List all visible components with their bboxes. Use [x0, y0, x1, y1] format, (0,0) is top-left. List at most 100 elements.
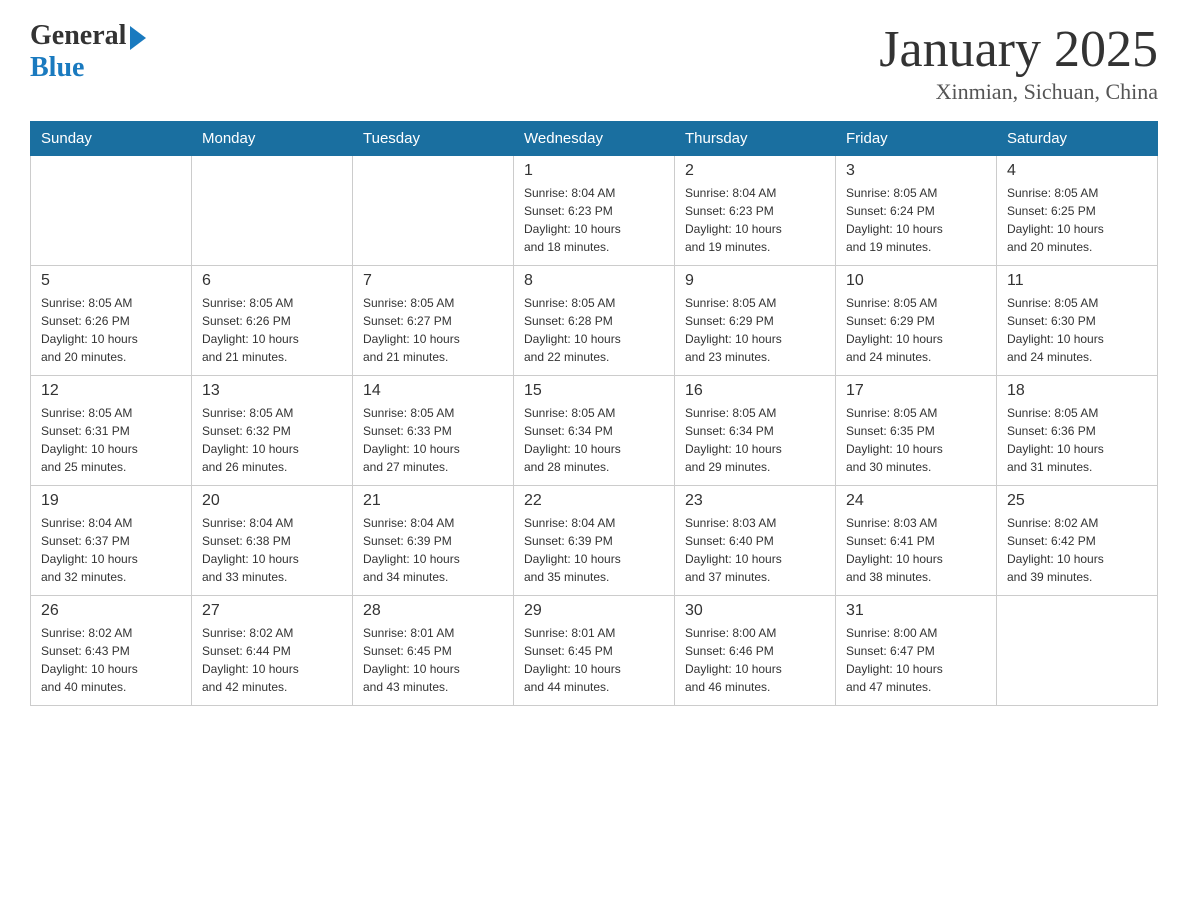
calendar-cell-w5d6: 31 Sunrise: 8:00 AM Sunset: 6:47 PM Dayli…	[836, 596, 997, 706]
day-number: 9	[685, 272, 825, 290]
calendar-cell-w4d4: 22Sunrise: 8:04 AM Sunset: 6:39 PM Dayli…	[514, 486, 675, 596]
calendar-cell-w5d4: 29 Sunrise: 8:01 AM Sunset: 6:45 PM Dayli…	[514, 596, 675, 706]
day-info: Sunrise: 8:05 AM Sunset: 6:26 PM Dayligh…	[202, 294, 342, 366]
day-info: Sunrise: 8:03 AM Sunset: 6:41 PM Dayligh…	[846, 514, 986, 586]
logo-blue-text: Blue	[30, 52, 84, 84]
day-info: Sunrise: 8:05 AM Sunset: 6:33 PM Dayligh…	[363, 404, 503, 476]
day-number: 17	[846, 382, 986, 400]
day-number: 29	[524, 602, 664, 620]
calendar-cell-w4d7: 25 Sunrise: 8:02 AM Sunset: 6:42 PM Dayli…	[997, 486, 1158, 596]
calendar-cell-w2d7: 11 Sunrise: 8:05 AM Sunset: 6:30 PM Dayli…	[997, 266, 1158, 376]
calendar-subtitle: Xinmian, Sichuan, China	[879, 79, 1158, 105]
day-info: Sunrise: 8:05 AM Sunset: 6:29 PM Dayligh…	[846, 294, 986, 366]
day-info: Sunrise: 8:00 AM Sunset: 6:46 PM Dayligh…	[685, 624, 825, 696]
day-number: 1	[524, 162, 664, 180]
day-number: 18	[1007, 382, 1147, 400]
calendar-table: SundayMondayTuesdayWednesdayThursdayFrid…	[30, 121, 1158, 706]
calendar-cell-w3d5: 16 Sunrise: 8:05 AM Sunset: 6:34 PM Dayli…	[675, 376, 836, 486]
day-info: Sunrise: 8:01 AM Sunset: 6:45 PM Dayligh…	[524, 624, 664, 696]
calendar-cell-w4d1: 19 Sunrise: 8:04 AM Sunset: 6:37 PM Dayli…	[31, 486, 192, 596]
calendar-cell-w3d6: 17 Sunrise: 8:05 AM Sunset: 6:35 PM Dayli…	[836, 376, 997, 486]
day-number: 30	[685, 602, 825, 620]
day-number: 2	[685, 162, 825, 180]
day-number: 13	[202, 382, 342, 400]
day-info: Sunrise: 8:05 AM Sunset: 6:31 PM Dayligh…	[41, 404, 181, 476]
calendar-cell-w5d7	[997, 596, 1158, 706]
calendar-week-5: 26Sunrise: 8:02 AM Sunset: 6:43 PM Dayli…	[31, 596, 1158, 706]
calendar-cell-w2d4: 8 Sunrise: 8:05 AM Sunset: 6:28 PM Daylig…	[514, 266, 675, 376]
day-info: Sunrise: 8:02 AM Sunset: 6:44 PM Dayligh…	[202, 624, 342, 696]
calendar-week-2: 5 Sunrise: 8:05 AM Sunset: 6:26 PM Daylig…	[31, 266, 1158, 376]
day-number: 22	[524, 492, 664, 510]
calendar-cell-w5d5: 30 Sunrise: 8:00 AM Sunset: 6:46 PM Dayli…	[675, 596, 836, 706]
calendar-cell-w2d6: 10 Sunrise: 8:05 AM Sunset: 6:29 PM Dayli…	[836, 266, 997, 376]
day-info: Sunrise: 8:00 AM Sunset: 6:47 PM Dayligh…	[846, 624, 986, 696]
day-info: Sunrise: 8:05 AM Sunset: 6:29 PM Dayligh…	[685, 294, 825, 366]
day-number: 15	[524, 382, 664, 400]
day-info: Sunrise: 8:05 AM Sunset: 6:34 PM Dayligh…	[685, 404, 825, 476]
day-info: Sunrise: 8:05 AM Sunset: 6:28 PM Dayligh…	[524, 294, 664, 366]
day-info: Sunrise: 8:05 AM Sunset: 6:34 PM Dayligh…	[524, 404, 664, 476]
header-wednesday: Wednesday	[514, 122, 675, 156]
day-number: 24	[846, 492, 986, 510]
calendar-week-4: 19 Sunrise: 8:04 AM Sunset: 6:37 PM Dayli…	[31, 486, 1158, 596]
day-info: Sunrise: 8:01 AM Sunset: 6:45 PM Dayligh…	[363, 624, 503, 696]
day-number: 16	[685, 382, 825, 400]
day-number: 3	[846, 162, 986, 180]
logo: General Blue	[30, 20, 146, 84]
calendar-title: January 2025	[879, 20, 1158, 79]
day-info: Sunrise: 8:03 AM Sunset: 6:40 PM Dayligh…	[685, 514, 825, 586]
day-number: 7	[363, 272, 503, 290]
day-number: 25	[1007, 492, 1147, 510]
day-info: Sunrise: 8:05 AM Sunset: 6:30 PM Dayligh…	[1007, 294, 1147, 366]
calendar-cell-w4d3: 21Sunrise: 8:04 AM Sunset: 6:39 PM Dayli…	[353, 486, 514, 596]
day-number: 5	[41, 272, 181, 290]
day-info: Sunrise: 8:04 AM Sunset: 6:37 PM Dayligh…	[41, 514, 181, 586]
calendar-week-3: 12 Sunrise: 8:05 AM Sunset: 6:31 PM Dayli…	[31, 376, 1158, 486]
day-info: Sunrise: 8:04 AM Sunset: 6:23 PM Dayligh…	[685, 184, 825, 256]
day-info: Sunrise: 8:05 AM Sunset: 6:36 PM Dayligh…	[1007, 404, 1147, 476]
day-number: 31	[846, 602, 986, 620]
title-block: January 2025 Xinmian, Sichuan, China	[879, 20, 1158, 105]
logo-arrow-icon	[130, 26, 146, 50]
day-number: 12	[41, 382, 181, 400]
header-sunday: Sunday	[31, 122, 192, 156]
day-number: 14	[363, 382, 503, 400]
calendar-cell-w1d3	[353, 156, 514, 266]
day-number: 4	[1007, 162, 1147, 180]
day-number: 11	[1007, 272, 1147, 290]
calendar-cell-w1d1	[31, 156, 192, 266]
day-info: Sunrise: 8:05 AM Sunset: 6:26 PM Dayligh…	[41, 294, 181, 366]
day-number: 20	[202, 492, 342, 510]
logo-general-text: General	[30, 20, 126, 52]
calendar-cell-w3d4: 15 Sunrise: 8:05 AM Sunset: 6:34 PM Dayli…	[514, 376, 675, 486]
calendar-cell-w3d7: 18 Sunrise: 8:05 AM Sunset: 6:36 PM Dayli…	[997, 376, 1158, 486]
page-header: General Blue January 2025 Xinmian, Sichu…	[30, 20, 1158, 105]
day-info: Sunrise: 8:05 AM Sunset: 6:35 PM Dayligh…	[846, 404, 986, 476]
calendar-cell-w3d2: 13 Sunrise: 8:05 AM Sunset: 6:32 PM Dayli…	[192, 376, 353, 486]
calendar-cell-w5d2: 27 Sunrise: 8:02 AM Sunset: 6:44 PM Dayli…	[192, 596, 353, 706]
day-info: Sunrise: 8:04 AM Sunset: 6:39 PM Dayligh…	[363, 514, 503, 586]
day-number: 26	[41, 602, 181, 620]
day-info: Sunrise: 8:05 AM Sunset: 6:32 PM Dayligh…	[202, 404, 342, 476]
calendar-cell-w5d3: 28 Sunrise: 8:01 AM Sunset: 6:45 PM Dayli…	[353, 596, 514, 706]
header-thursday: Thursday	[675, 122, 836, 156]
calendar-cell-w1d5: 2 Sunrise: 8:04 AM Sunset: 6:23 PM Daylig…	[675, 156, 836, 266]
header-saturday: Saturday	[997, 122, 1158, 156]
day-number: 27	[202, 602, 342, 620]
day-info: Sunrise: 8:05 AM Sunset: 6:27 PM Dayligh…	[363, 294, 503, 366]
day-number: 6	[202, 272, 342, 290]
day-number: 10	[846, 272, 986, 290]
day-info: Sunrise: 8:04 AM Sunset: 6:38 PM Dayligh…	[202, 514, 342, 586]
day-info: Sunrise: 8:05 AM Sunset: 6:25 PM Dayligh…	[1007, 184, 1147, 256]
header-tuesday: Tuesday	[353, 122, 514, 156]
calendar-cell-w3d3: 14 Sunrise: 8:05 AM Sunset: 6:33 PM Dayli…	[353, 376, 514, 486]
day-info: Sunrise: 8:02 AM Sunset: 6:42 PM Dayligh…	[1007, 514, 1147, 586]
calendar-cell-w2d3: 7 Sunrise: 8:05 AM Sunset: 6:27 PM Daylig…	[353, 266, 514, 376]
day-number: 28	[363, 602, 503, 620]
day-number: 19	[41, 492, 181, 510]
calendar-cell-w2d2: 6 Sunrise: 8:05 AM Sunset: 6:26 PM Daylig…	[192, 266, 353, 376]
calendar-header-row: SundayMondayTuesdayWednesdayThursdayFrid…	[31, 122, 1158, 156]
day-number: 8	[524, 272, 664, 290]
day-info: Sunrise: 8:04 AM Sunset: 6:23 PM Dayligh…	[524, 184, 664, 256]
